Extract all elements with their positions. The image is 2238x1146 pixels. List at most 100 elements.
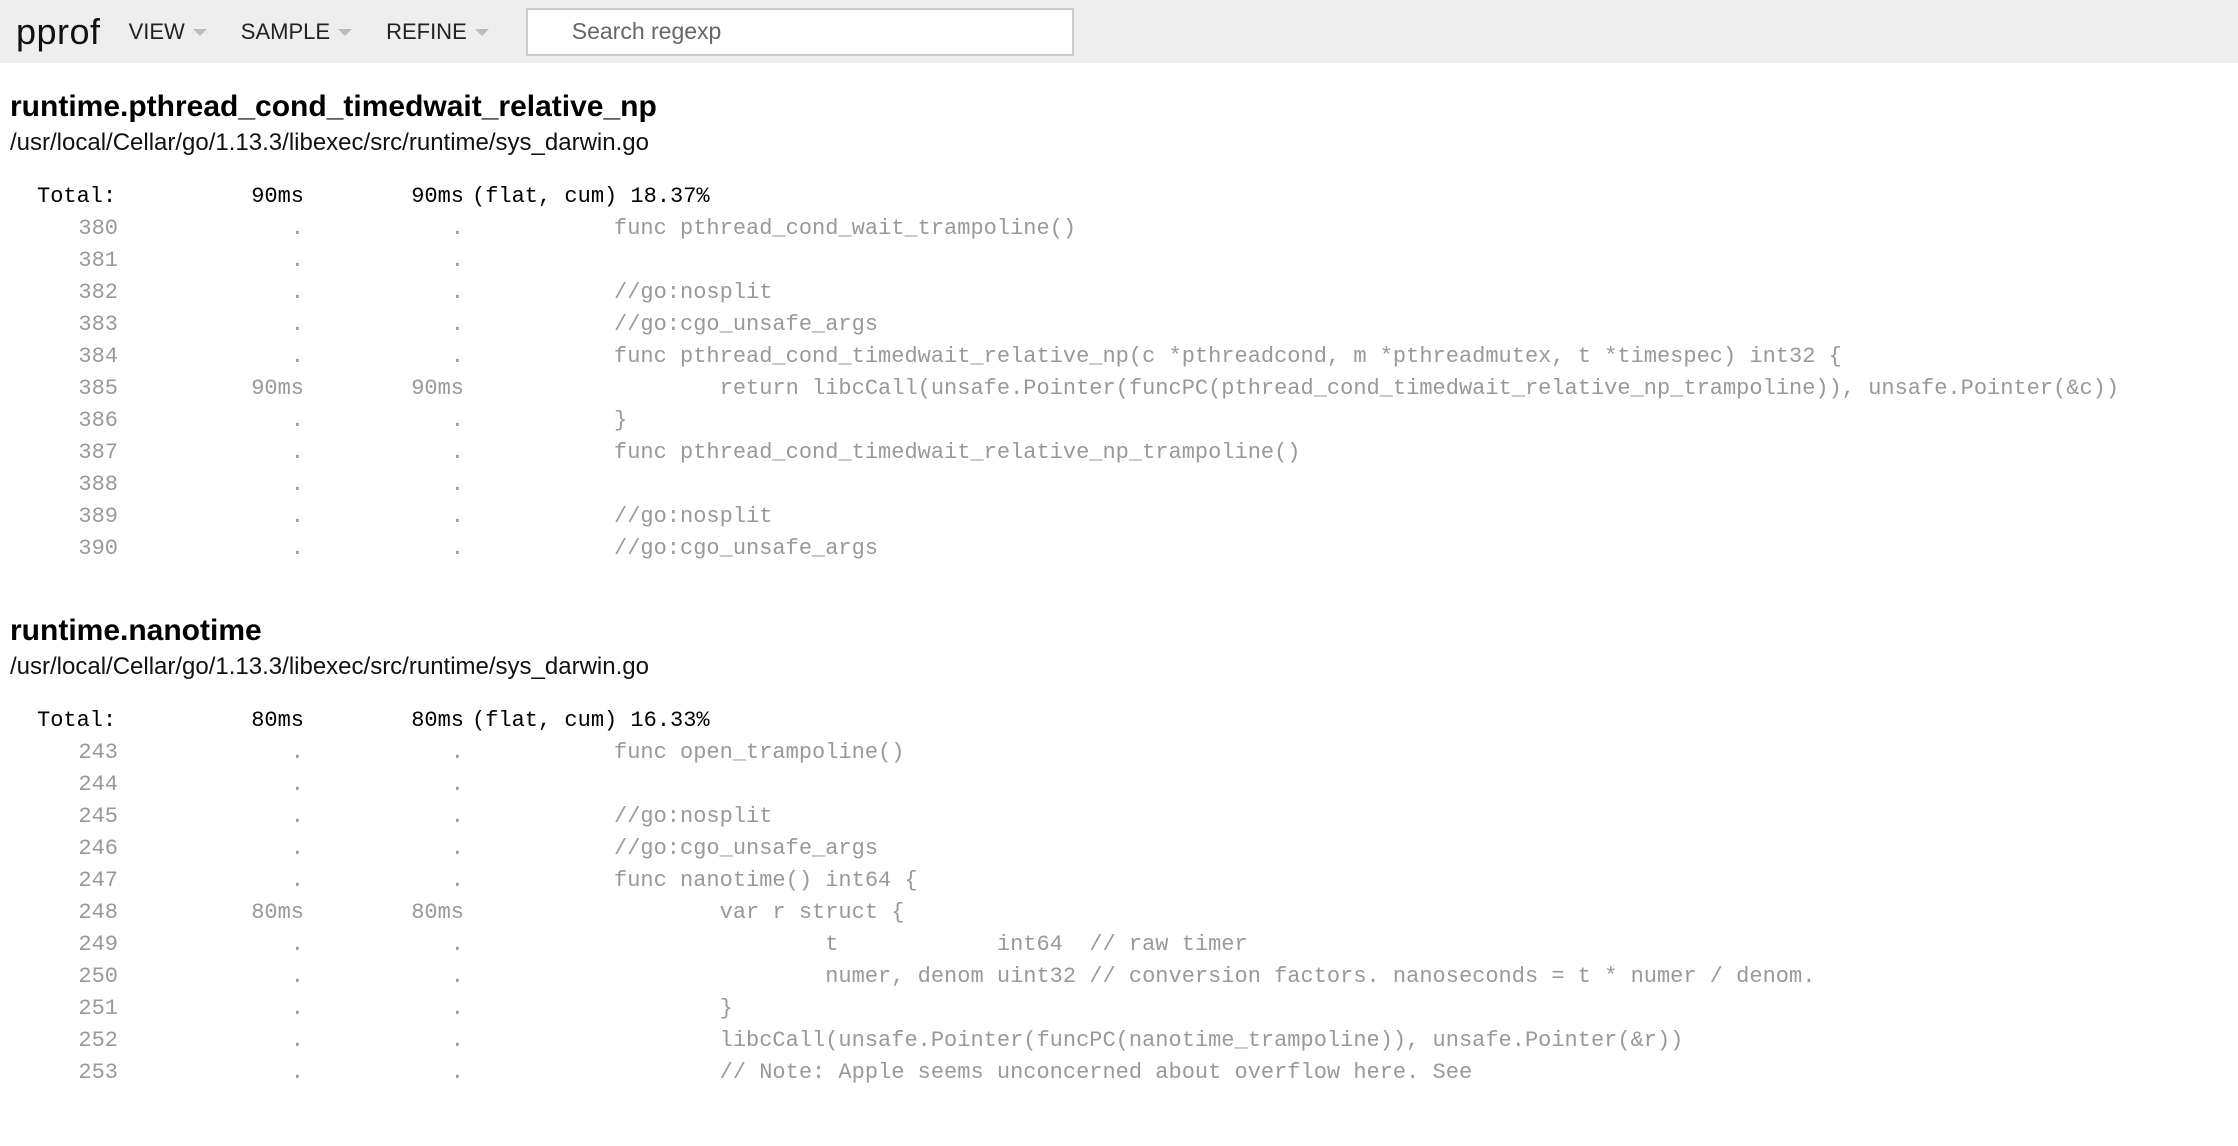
function-title: runtime.nanotime	[10, 614, 262, 647]
cum-value: .	[450, 280, 464, 305]
line-number: 243	[78, 740, 118, 765]
cum-value: .	[450, 408, 464, 433]
total-percent: (flat, cum) 18.37%	[472, 184, 710, 209]
top-bar: pprof VIEW SAMPLE REFINE	[0, 0, 2238, 63]
flat-value: .	[290, 216, 304, 241]
flat-value: .	[290, 996, 304, 1021]
source-line-row: 383.. //go:cgo_unsafe_args	[10, 309, 2228, 341]
code-listing: Total: 80ms 80ms (flat, cum) 16.33% 243.. fun…	[10, 705, 2228, 1089]
source-code: func nanotime() int64 {	[614, 868, 918, 893]
source-code: var r struct {	[614, 900, 905, 925]
cum-value: .	[450, 964, 464, 989]
source-code: }	[614, 408, 628, 433]
total-cum: 90ms	[411, 184, 464, 209]
source-line-row: 246.. //go:cgo_unsafe_args	[10, 833, 2228, 865]
search-input[interactable]	[525, 7, 1074, 56]
source-code: func pthread_cond_timedwait_relative_np(…	[614, 344, 1842, 369]
cum-value: .	[450, 248, 464, 273]
source-line-row: 381..	[10, 245, 2228, 277]
line-number: 381	[78, 248, 118, 273]
source-code: //go:nosplit	[614, 504, 773, 529]
sample-menu[interactable]: SAMPLE	[240, 18, 353, 45]
cum-value: .	[450, 504, 464, 529]
source-line-row: 386..}	[10, 405, 2228, 437]
code-listing: Total: 90ms 90ms (flat, cum) 18.37% 380.. fun…	[10, 181, 2228, 565]
line-number: 380	[78, 216, 118, 241]
line-number: 245	[78, 804, 118, 829]
view-menu[interactable]: VIEW	[129, 19, 207, 45]
chevron-down-icon	[474, 29, 489, 36]
source-line-row: 245.. //go:nosplit	[10, 801, 2228, 833]
line-number: 384	[78, 344, 118, 369]
cum-value: .	[450, 536, 464, 561]
cum-value: .	[450, 932, 464, 957]
total-percent: (flat, cum) 16.33%	[472, 708, 710, 733]
source-code: // Note: Apple seems unconcerned about o…	[614, 1060, 1473, 1085]
function-section: runtime.nanotime/usr/local/Cellar/go/1.1…	[10, 611, 2228, 1089]
flat-value: .	[290, 280, 304, 305]
source-line-row: 248 80ms 80ms var r struct {	[10, 897, 2228, 929]
flat-value: .	[290, 772, 304, 797]
source-code: //go:cgo_unsafe_args	[614, 836, 879, 861]
line-number: 387	[78, 440, 118, 465]
cum-value: .	[450, 996, 464, 1021]
cum-value: .	[450, 344, 464, 369]
flat-value: .	[290, 504, 304, 529]
source-line-row: 390.. //go:cgo_unsafe_args	[10, 533, 2228, 565]
line-number: 388	[78, 472, 118, 497]
function-title: runtime.pthread_cond_timedwait_relative_…	[10, 90, 657, 123]
source-line-row: 243.. func open_trampoline()	[10, 737, 2228, 769]
source-line-row: 251.. }	[10, 993, 2228, 1025]
line-number: 244	[78, 772, 118, 797]
cum-value: .	[450, 1028, 464, 1053]
refine-menu-label: REFINE	[386, 18, 467, 44]
source-line-row: 250.. numer, denom uint32 // conversion …	[10, 961, 2228, 993]
line-number: 382	[78, 280, 118, 305]
cum-value: 90ms	[411, 376, 464, 401]
flat-value: .	[290, 1060, 304, 1085]
total-cum: 80ms	[411, 708, 464, 733]
cum-value: .	[450, 472, 464, 497]
total-flat: 80ms	[251, 708, 304, 733]
total-flat: 90ms	[251, 184, 304, 209]
source-code: func pthread_cond_wait_trampoline()	[614, 216, 1077, 241]
source-line-row: 249.. t int64 // raw timer	[10, 929, 2228, 961]
flat-value: .	[290, 932, 304, 957]
line-number: 385	[78, 376, 118, 401]
cum-value: 80ms	[411, 900, 464, 925]
source-code: func pthread_cond_timedwait_relative_np_…	[614, 440, 1301, 465]
cum-value: .	[450, 868, 464, 893]
line-number: 250	[78, 964, 118, 989]
source-line-row: 385 90ms 90ms return libcCall(unsafe.Point…	[10, 373, 2228, 405]
refine-menu[interactable]: REFINE	[386, 19, 489, 45]
source-file-path: /usr/local/Cellar/go/1.13.3/libexec/src/…	[10, 129, 649, 156]
flat-value: .	[290, 804, 304, 829]
cum-value: .	[450, 1060, 464, 1085]
sample-menu-label: SAMPLE	[240, 18, 331, 44]
flat-value: .	[290, 472, 304, 497]
source-listing: runtime.pthread_cond_timedwait_relative_…	[0, 87, 2238, 1089]
chevron-down-icon	[192, 29, 207, 36]
total-label: Total:	[37, 184, 117, 209]
line-number: 389	[78, 504, 118, 529]
flat-value: .	[290, 964, 304, 989]
line-number: 246	[78, 836, 118, 861]
cum-value: .	[450, 740, 464, 765]
source-code: func open_trampoline()	[614, 740, 905, 765]
flat-value: .	[290, 312, 304, 337]
flat-value: 90ms	[251, 376, 304, 401]
cum-value: .	[450, 772, 464, 797]
line-number: 390	[78, 536, 118, 561]
flat-value: .	[290, 740, 304, 765]
line-number: 248	[78, 900, 118, 925]
line-number: 253	[78, 1060, 118, 1085]
cum-value: .	[450, 312, 464, 337]
line-number: 247	[78, 868, 118, 893]
total-row: Total: 80ms 80ms (flat, cum) 16.33%	[10, 705, 2228, 737]
source-line-row: 253.. // Note: Apple seems unconcerned a…	[10, 1057, 2228, 1089]
source-code: //go:cgo_unsafe_args	[614, 536, 879, 561]
line-number: 383	[78, 312, 118, 337]
source-line-row: 252.. libcCall(unsafe.Pointer(funcPC(nan…	[10, 1025, 2228, 1057]
pprof-logo[interactable]: pprof	[16, 11, 101, 53]
source-code: //go:cgo_unsafe_args	[614, 312, 879, 337]
